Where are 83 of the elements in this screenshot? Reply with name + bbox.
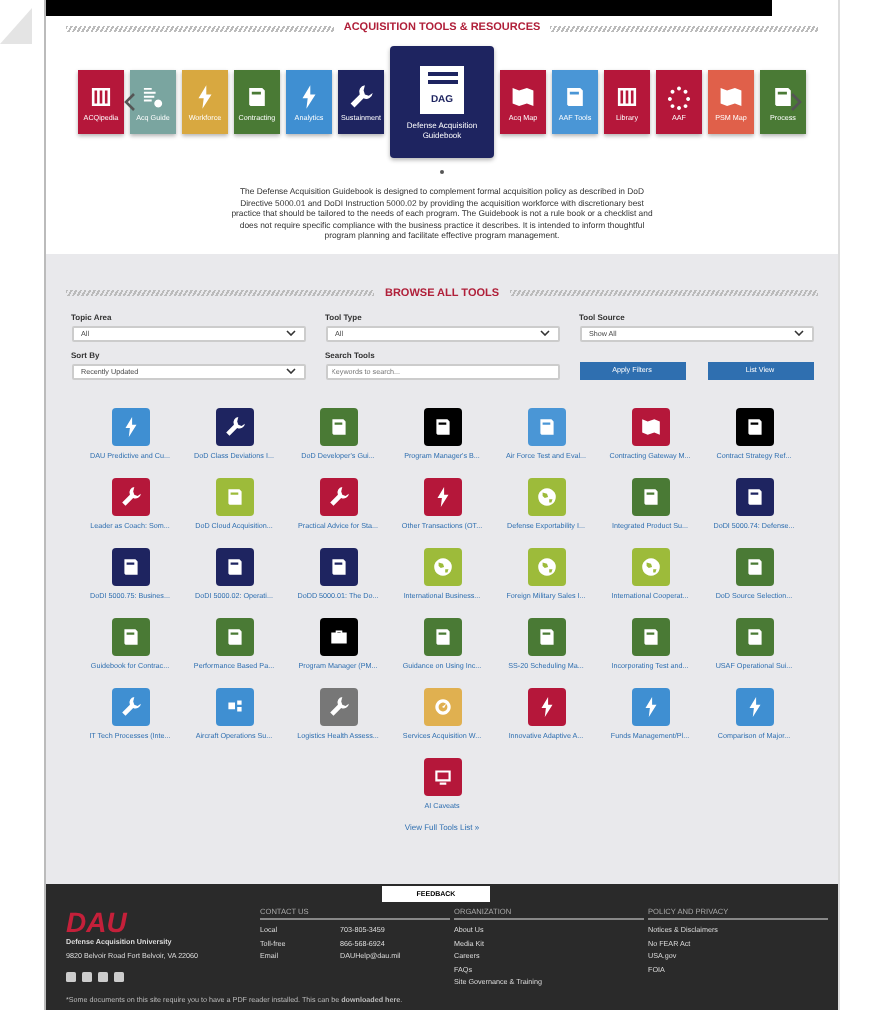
book-icon bbox=[119, 625, 141, 647]
book-icon bbox=[431, 415, 453, 437]
book-icon bbox=[639, 625, 661, 647]
monitor-icon bbox=[431, 765, 453, 787]
globe-icon bbox=[535, 485, 557, 507]
book-icon bbox=[327, 415, 349, 437]
chevron-left-icon[interactable] bbox=[124, 92, 136, 112]
tool-icon-tile[interactable] bbox=[215, 547, 253, 585]
gauge-icon bbox=[431, 695, 453, 717]
globe-icon bbox=[431, 555, 453, 577]
caret-icon bbox=[285, 368, 295, 374]
briefcase-icon bbox=[327, 625, 349, 647]
globe-icon bbox=[535, 555, 557, 577]
list-icon bbox=[140, 83, 166, 109]
tool-icon-tile[interactable] bbox=[527, 477, 565, 515]
wrench-icon bbox=[119, 485, 141, 507]
wrench-icon bbox=[327, 485, 349, 507]
tool-icon-tile[interactable] bbox=[319, 477, 357, 515]
ring-icon bbox=[666, 83, 692, 109]
tool-icon-tile[interactable] bbox=[215, 617, 253, 655]
book-icon bbox=[770, 83, 796, 109]
columns-icon bbox=[88, 83, 114, 109]
book-icon bbox=[119, 555, 141, 577]
book-icon bbox=[535, 415, 557, 437]
tool-icon-tile[interactable] bbox=[111, 687, 149, 725]
columns-icon bbox=[614, 83, 640, 109]
tool-icon-tile[interactable] bbox=[215, 407, 253, 445]
book-icon bbox=[223, 485, 245, 507]
map-icon bbox=[639, 415, 661, 437]
tool-icon-tile[interactable] bbox=[423, 617, 461, 655]
tool-icon-tile[interactable] bbox=[631, 687, 669, 725]
tool-icon-tile[interactable] bbox=[527, 617, 565, 655]
tool-icon-tile[interactable] bbox=[527, 547, 565, 585]
caret-icon bbox=[539, 330, 549, 336]
tool-icon-tile[interactable] bbox=[735, 407, 773, 445]
tool-icon-tile[interactable] bbox=[319, 547, 357, 585]
globe-icon bbox=[639, 555, 661, 577]
chevron-right-icon[interactable] bbox=[790, 92, 802, 112]
tool-icon-tile[interactable] bbox=[319, 407, 357, 445]
tool-icon-tile[interactable] bbox=[527, 407, 565, 445]
tool-icon-tile[interactable] bbox=[631, 547, 669, 585]
caret-icon bbox=[285, 330, 295, 336]
tool-icon-tile[interactable] bbox=[111, 617, 149, 655]
book-icon bbox=[743, 415, 765, 437]
tool-icon-tile[interactable] bbox=[631, 477, 669, 515]
book-icon bbox=[562, 83, 588, 109]
caret-icon bbox=[793, 330, 803, 336]
tool-icon-tile[interactable] bbox=[423, 407, 461, 445]
tool-icon-tile[interactable] bbox=[111, 407, 149, 445]
book-icon bbox=[743, 485, 765, 507]
tool-icon-tile[interactable] bbox=[423, 477, 461, 515]
tool-icon-tile[interactable] bbox=[631, 617, 669, 655]
tool-icon-tile[interactable] bbox=[319, 617, 357, 655]
tool-icon-tile[interactable] bbox=[215, 477, 253, 515]
tool-icon-tile[interactable] bbox=[527, 687, 565, 725]
tool-icon-tile[interactable] bbox=[423, 687, 461, 725]
tool-icon-tile[interactable] bbox=[215, 687, 253, 725]
book-icon bbox=[639, 485, 661, 507]
book-icon bbox=[223, 555, 245, 577]
tool-icon-tile[interactable] bbox=[735, 617, 773, 655]
book-icon bbox=[743, 555, 765, 577]
tool-icon-tile[interactable] bbox=[631, 407, 669, 445]
tool-icon-tile[interactable] bbox=[735, 547, 773, 585]
book-icon bbox=[244, 83, 270, 109]
tool-icon-tile[interactable] bbox=[735, 477, 773, 515]
wrench-icon bbox=[348, 83, 374, 109]
logo: DAU bbox=[66, 907, 129, 935]
book-icon bbox=[535, 625, 557, 647]
tool-icon-tile[interactable] bbox=[111, 547, 149, 585]
book-icon bbox=[327, 555, 349, 577]
book-icon bbox=[743, 625, 765, 647]
map-icon bbox=[718, 83, 744, 109]
book-icon bbox=[223, 625, 245, 647]
tool-icon-tile[interactable] bbox=[735, 687, 773, 725]
book-icon bbox=[431, 625, 453, 647]
map-icon bbox=[510, 83, 536, 109]
wrench-icon bbox=[327, 695, 349, 717]
wrench-icon bbox=[119, 695, 141, 717]
wrench-icon bbox=[223, 415, 245, 437]
tool-icon-tile[interactable] bbox=[111, 477, 149, 515]
tool-icon-tile[interactable] bbox=[423, 757, 461, 795]
tool-icon-tile[interactable] bbox=[423, 547, 461, 585]
tool-icon-tile[interactable] bbox=[319, 687, 357, 725]
